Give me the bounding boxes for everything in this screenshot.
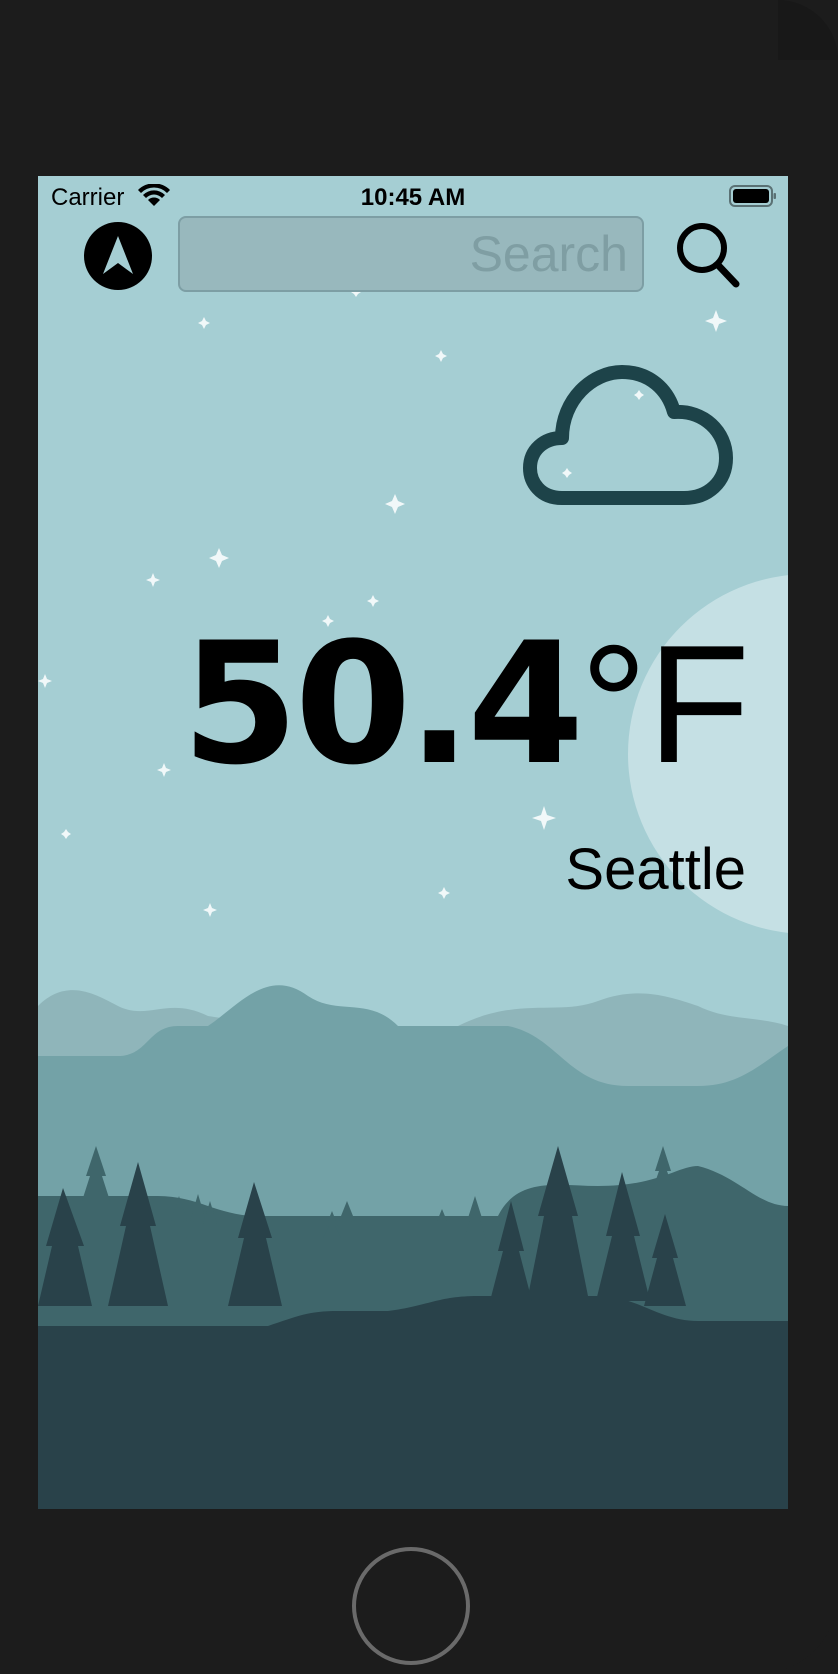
star bbox=[435, 350, 447, 362]
star bbox=[61, 829, 71, 839]
star bbox=[198, 317, 210, 329]
device-frame: Carrier 10:45 AM Search 50.4 °F Seattle bbox=[0, 0, 838, 1674]
star bbox=[146, 573, 160, 587]
star bbox=[385, 494, 405, 514]
home-button[interactable] bbox=[352, 1547, 470, 1665]
star bbox=[157, 763, 171, 777]
star bbox=[203, 903, 217, 917]
location-button[interactable] bbox=[84, 222, 152, 290]
star bbox=[438, 887, 450, 899]
search-input[interactable] bbox=[178, 216, 644, 292]
status-time: 10:45 AM bbox=[360, 184, 466, 211]
search-toolbar bbox=[38, 216, 788, 306]
location-arrow-icon bbox=[103, 236, 133, 274]
city-name: Seattle bbox=[565, 837, 746, 902]
ground bbox=[38, 1296, 788, 1509]
star bbox=[532, 806, 556, 830]
app-screen: Carrier 10:45 AM Search 50.4 °F Seattle bbox=[38, 176, 788, 1509]
star bbox=[38, 674, 52, 688]
temperature-display: 50.4 °F bbox=[182, 606, 750, 806]
status-bar: Carrier 10:45 AM bbox=[38, 176, 788, 216]
temperature-unit: °F bbox=[580, 610, 750, 798]
cloud-icon bbox=[523, 365, 733, 505]
magnifying-glass-icon bbox=[677, 223, 740, 288]
search-button[interactable] bbox=[670, 218, 746, 294]
temperature-value: 50.4 bbox=[181, 606, 585, 802]
star bbox=[209, 548, 229, 568]
battery-full-icon bbox=[729, 185, 776, 207]
device-corner bbox=[778, 0, 838, 60]
landscape-illustration bbox=[38, 985, 788, 1509]
star bbox=[705, 310, 727, 332]
